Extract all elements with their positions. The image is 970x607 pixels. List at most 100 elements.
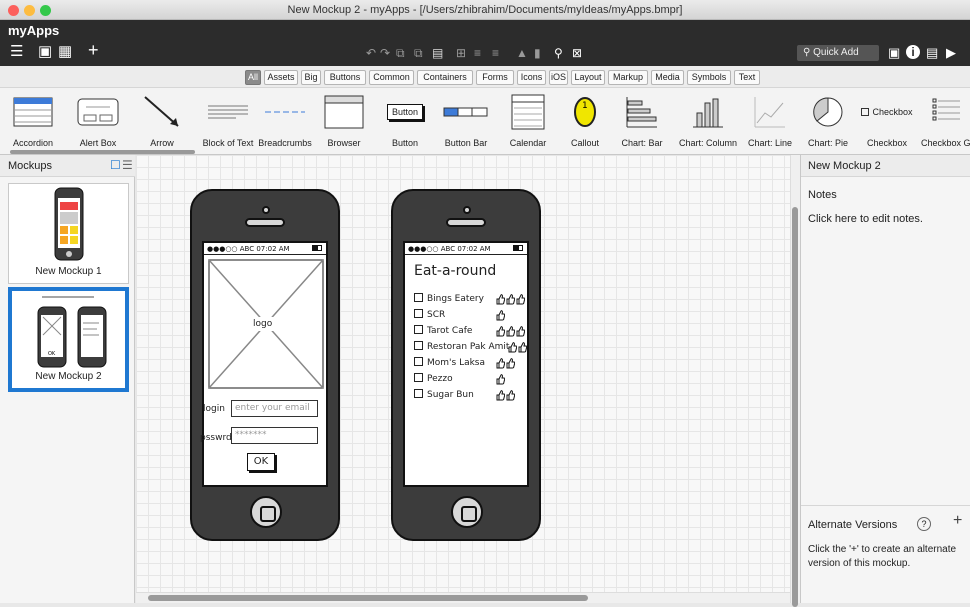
library-item-callout[interactable]: 1 Callout xyxy=(567,90,603,150)
redo-icon[interactable]: ↷ xyxy=(380,46,390,60)
library-item-button-bar[interactable]: Button Bar xyxy=(442,90,490,150)
library-item-arrow[interactable]: Arrow xyxy=(142,90,182,150)
presentation-icon[interactable]: ▶ xyxy=(946,45,956,61)
checkbox[interactable] xyxy=(414,341,423,350)
library-item-chart-line[interactable]: Chart: Line xyxy=(748,90,792,150)
email-field[interactable]: enter your email xyxy=(231,400,318,417)
lock-icon[interactable]: ▲ xyxy=(516,46,528,60)
clipboard-icon[interactable]: ▤ xyxy=(432,46,443,60)
horizontal-scroll-thumb[interactable] xyxy=(148,595,588,601)
distribute-icon[interactable]: ≡ xyxy=(492,46,499,60)
restaurant-name: Pezzo xyxy=(427,374,453,384)
filter-tab-text[interactable]: Text xyxy=(734,70,760,85)
filter-tab-ios[interactable]: iOS xyxy=(549,70,568,85)
restaurant-name: SCR xyxy=(427,310,446,320)
filter-tab-containers[interactable]: Containers xyxy=(417,70,473,85)
properties-icon[interactable]: ▤ xyxy=(926,45,938,61)
library-item-label: Arrow xyxy=(150,138,174,148)
library-item-block-of-text[interactable]: Block of Text xyxy=(203,90,253,150)
library-item-accordion[interactable]: Accordion xyxy=(10,90,56,150)
single-view-icon[interactable]: ▣ xyxy=(38,44,52,60)
thumbnail-view-icon[interactable]: ☐ xyxy=(110,158,121,172)
filter-tab-all[interactable]: All xyxy=(245,70,261,85)
list-view-icon[interactable]: ☰ xyxy=(122,158,133,172)
checkbox[interactable] xyxy=(414,293,423,302)
text-block-icon xyxy=(203,92,253,132)
library-item-calendar[interactable]: Calendar xyxy=(506,90,550,150)
library-item-checkbox-gr[interactable]: Checkbox Gr... xyxy=(921,90,970,150)
alternate-versions-label: Alternate Versions xyxy=(808,519,898,531)
filter-tab-icons[interactable]: Icons xyxy=(517,70,546,85)
phone-screen: ●●●○○ ABC 07:02 AM logo login enter your… xyxy=(200,241,328,487)
library-item-chart-column[interactable]: Chart: Column xyxy=(679,90,737,150)
library-item-browser[interactable]: Browser xyxy=(323,90,365,150)
filter-tab-media[interactable]: Media xyxy=(651,70,684,85)
minimize-window-icon[interactable] xyxy=(24,5,35,16)
accordion-icon xyxy=(10,92,56,132)
list-item[interactable]: SCR xyxy=(414,309,506,323)
phone-home-button xyxy=(250,496,282,528)
menu-icon[interactable]: ☰ xyxy=(10,44,23,60)
filter-tab-markup[interactable]: Markup xyxy=(608,70,648,85)
calendar-icon xyxy=(506,92,550,132)
mockup-thumb-1[interactable]: New Mockup 1 xyxy=(8,183,129,284)
checkbox[interactable] xyxy=(414,373,423,382)
canvas-vertical-scrollbar[interactable] xyxy=(790,155,800,607)
checkbox[interactable] xyxy=(414,389,423,398)
list-item[interactable]: Bings Eatery xyxy=(414,293,526,307)
filter-tab-common[interactable]: Common xyxy=(369,70,414,85)
group-icon[interactable]: ⊞ xyxy=(456,46,466,60)
ok-button[interactable]: OK xyxy=(247,453,275,471)
filter-tab-assets[interactable]: Assets xyxy=(264,70,298,85)
iphone-list-mockup[interactable]: ●●●○○ ABC 07:02 AM Eat-a-round Bings Eat… xyxy=(391,189,541,541)
fullscreen-icon[interactable]: ⊠ xyxy=(572,46,582,60)
design-canvas[interactable]: ●●●○○ ABC 07:02 AM logo login enter your… xyxy=(136,155,790,603)
iphone-login-mockup[interactable]: ●●●○○ ABC 07:02 AM logo login enter your… xyxy=(190,189,340,541)
align-icon[interactable]: ≡ xyxy=(474,46,481,60)
checkbox[interactable] xyxy=(414,309,423,318)
filter-tab-big[interactable]: Big xyxy=(301,70,321,85)
search-icon[interactable]: ⚲ xyxy=(554,46,563,60)
filter-tab-buttons[interactable]: Buttons xyxy=(324,70,366,85)
grid-view-icon[interactable]: ▦ xyxy=(58,44,72,60)
vertical-scroll-thumb[interactable] xyxy=(792,207,798,607)
library-item-chart-pie[interactable]: Chart: Pie xyxy=(808,90,848,150)
library-item-label: Checkbox xyxy=(866,138,908,148)
add-alternate-button[interactable]: + xyxy=(953,512,962,530)
library-item-checkbox[interactable]: Checkbox Checkbox xyxy=(861,90,913,150)
battery-icon xyxy=(513,245,523,251)
password-field[interactable]: ******* xyxy=(231,427,318,444)
library-item-chart-bar[interactable]: Chart: Bar xyxy=(620,90,664,150)
list-item[interactable]: Mom's Laksa xyxy=(414,357,516,371)
filter-tab-symbols[interactable]: Symbols xyxy=(687,70,731,85)
help-icon[interactable]: ? xyxy=(917,517,931,531)
gallery-icon[interactable]: ▣ xyxy=(888,45,900,61)
close-window-icon[interactable] xyxy=(8,5,19,16)
info-icon[interactable]: i xyxy=(906,45,920,59)
filter-tab-forms[interactable]: Forms xyxy=(476,70,514,85)
button-thumb-text: Button xyxy=(386,104,424,120)
library-item-button[interactable]: Button Button xyxy=(385,90,425,150)
library-item-label: Button Bar xyxy=(444,138,488,148)
delete-icon[interactable]: ▮ xyxy=(534,46,541,60)
maximize-window-icon[interactable] xyxy=(40,5,51,16)
paste-icon[interactable]: ⧉ xyxy=(414,46,423,60)
copy-icon[interactable]: ⧉ xyxy=(396,46,405,60)
quick-add-input[interactable]: ⚲ Quick Add xyxy=(797,45,879,61)
list-item[interactable]: Tarot Cafe xyxy=(414,325,526,339)
library-scrollbar[interactable] xyxy=(10,150,195,154)
list-item[interactable]: Pezzo xyxy=(414,373,506,387)
checkbox[interactable] xyxy=(414,357,423,366)
mockup-thumb-2[interactable]: OK New Mockup 2 xyxy=(8,287,129,392)
add-mockup-icon[interactable]: + xyxy=(88,41,99,59)
filter-tab-layout[interactable]: Layout xyxy=(571,70,605,85)
undo-icon[interactable]: ↶ xyxy=(366,46,376,60)
notes-edit-area[interactable]: Click here to edit notes. xyxy=(808,213,923,225)
library-item-breadcrumbs[interactable]: Breadcrumbs xyxy=(258,90,312,150)
canvas-horizontal-scrollbar[interactable] xyxy=(136,592,790,603)
library-item-alert-box[interactable]: Alert Box xyxy=(75,90,121,150)
list-item[interactable]: Sugar Bun xyxy=(414,389,516,403)
list-item[interactable]: Restoran Pak Amit xyxy=(414,341,528,355)
checkbox[interactable] xyxy=(414,325,423,334)
mockup-name: New Mockup 2 xyxy=(35,371,102,382)
